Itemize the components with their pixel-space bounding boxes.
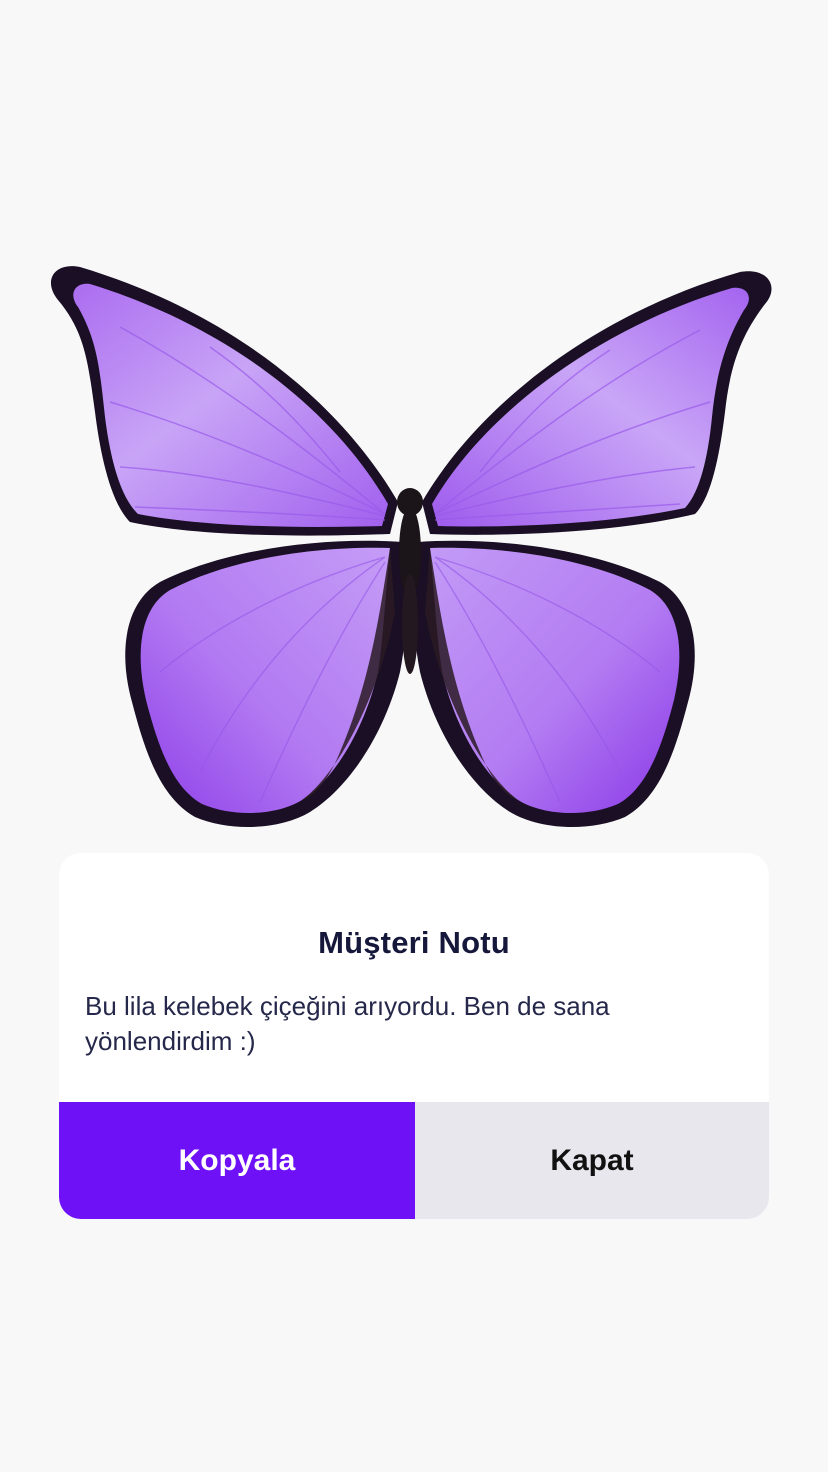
copy-button[interactable]: Kopyala xyxy=(59,1102,415,1219)
butterfly-image xyxy=(50,266,772,828)
lower-left-wing xyxy=(125,540,407,828)
close-button[interactable]: Kapat xyxy=(415,1102,769,1219)
dialog-message: Bu lila kelebek çiçeğini arıyordu. Ben d… xyxy=(85,991,610,1056)
upper-left-wing xyxy=(50,266,399,536)
customer-note-dialog: Müşteri Notu Bu lila kelebek çiçeğini ar… xyxy=(59,853,769,1219)
lower-right-wing xyxy=(413,540,695,828)
upper-right-wing xyxy=(422,271,772,535)
dialog-title: Müşteri Notu xyxy=(318,925,510,960)
dialog-actions: Kopyala Kapat xyxy=(59,1102,769,1219)
